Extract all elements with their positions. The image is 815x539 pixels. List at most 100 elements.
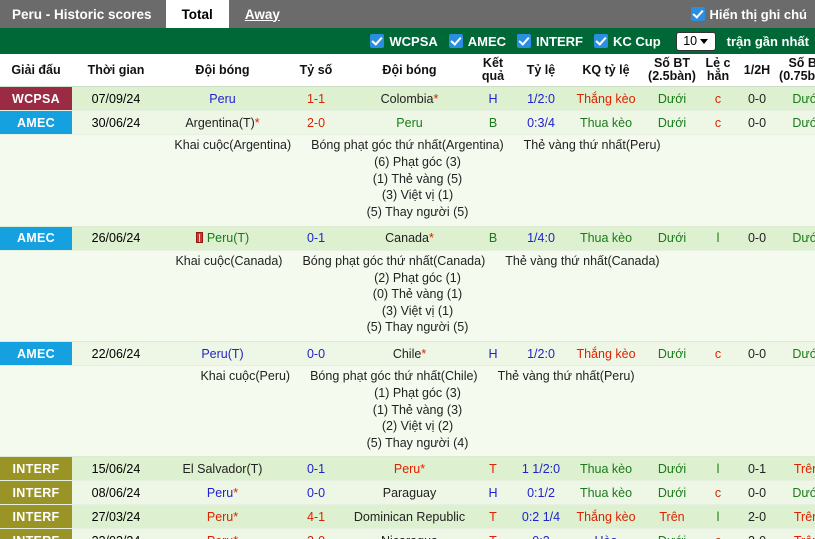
cell-odds-result: Thua kèo xyxy=(568,456,644,482)
cell-home-team[interactable]: Peru* xyxy=(160,480,285,506)
note-head-item: Thẻ vàng thứ nhất(Peru) xyxy=(523,138,661,153)
red-card-icon xyxy=(195,232,203,244)
table-row[interactable]: INTERF 08/06/24 Peru* 0-0 Paraguay H 0:1/2 Thua… xyxy=(0,480,815,506)
match-notes-row: Khai cuộc(Canada) Bóng phạt góc thứ nhất(… xyxy=(0,250,815,343)
cell-home-team[interactable]: Peru* xyxy=(160,528,285,539)
cell-odds: 1 1/2:0 xyxy=(514,456,568,482)
cell-league[interactable]: INTERF xyxy=(0,504,72,530)
col-header-away-team[interactable]: Đội bóng xyxy=(347,54,472,88)
cell-away-team[interactable]: Chile* xyxy=(347,341,472,366)
col-header-result[interactable]: Kết quả xyxy=(472,54,514,88)
table-row[interactable]: WCPSA 07/09/24 Peru 1-1 Colombia* H 1/2:0 Thắng… xyxy=(0,86,815,112)
note-stat-line: (1) Thẻ vàng (3) xyxy=(372,402,463,417)
cell-league[interactable]: AMEC xyxy=(0,110,72,136)
cell-date: 26/06/24 xyxy=(72,226,160,251)
match-count-suffix: trận gần nhất xyxy=(726,33,809,49)
tab-total[interactable]: Total xyxy=(165,0,229,28)
col-header-time[interactable]: Thời gian xyxy=(72,54,160,88)
col-header-odds-result[interactable]: KQ tỷ lệ xyxy=(568,54,644,88)
table-row[interactable]: INTERF 15/06/24 El Salvador(T) 0-1 Peru* T 1 1… xyxy=(0,456,815,482)
show-notes-checkbox[interactable] xyxy=(690,7,705,21)
filter-label-interf: INTERF xyxy=(536,33,583,49)
cell-away-team[interactable]: Dominican Republic xyxy=(347,504,472,530)
star-icon: * xyxy=(254,115,260,130)
match-notes-cell: Khai cuộc(Peru) Bóng phạt góc thứ nhất(Ch… xyxy=(0,365,815,458)
note-head-group: Khai cuộc(Argentina) Bóng phạt góc thứ nh… xyxy=(0,137,815,154)
cell-home-team[interactable]: Argentina(T)* xyxy=(160,110,285,136)
cell-away-team[interactable]: Colombia* xyxy=(347,86,472,112)
cell-result: T xyxy=(472,456,514,482)
note-head-item: Khai cuộc(Canada) xyxy=(175,253,283,268)
cell-date: 27/03/24 xyxy=(72,504,160,530)
star-icon: * xyxy=(421,346,427,361)
cell-halftime: 0-0 xyxy=(736,86,778,112)
match-notes-row: Khai cuộc(Argentina) Bóng phạt góc thứ nh… xyxy=(0,134,815,227)
cell-odd-even: l xyxy=(700,456,736,482)
cell-league[interactable]: INTERF xyxy=(0,456,72,482)
cell-score: 0-1 xyxy=(285,226,347,251)
filter-checkbox-wcpsa[interactable] xyxy=(370,34,385,48)
table-row[interactable]: AMEC 30/06/24 Argentina(T)* 2-0 Peru B 0:3/4 Th… xyxy=(0,110,815,136)
star-icon: * xyxy=(233,509,239,524)
filter-checkbox-interf[interactable] xyxy=(517,34,532,48)
tab-away[interactable]: Away xyxy=(229,0,296,28)
cell-bt25: Dưới xyxy=(644,86,700,112)
cell-odds-result: Hòa xyxy=(568,528,644,539)
cell-date: 15/06/24 xyxy=(72,456,160,482)
table-row[interactable]: AMEC 26/06/24 Peru(T) 0-1 Canada* B 1/4:0 Thua … xyxy=(0,226,815,251)
match-count-select[interactable]: 10 xyxy=(675,31,716,51)
note-stat-line: (3) Việt vị (1) xyxy=(381,188,454,203)
match-notes-cell: Khai cuộc(Canada) Bóng phạt góc thứ nhất(… xyxy=(0,250,815,343)
table-row[interactable]: INTERF 27/03/24 Peru* 4-1 Dominican Republic… xyxy=(0,504,815,530)
note-stats-group: (2) Phạt góc (1) (0) Thẻ vàng (1) (3) Việt… xyxy=(0,270,815,337)
table-row[interactable]: AMEC 22/06/24 Peru(T) 0-0 Chile* H 1/2:0 Thắng … xyxy=(0,341,815,366)
col-header-score[interactable]: Tỷ số xyxy=(285,54,347,88)
cell-home-team[interactable]: Peru(T) xyxy=(160,226,285,251)
cell-away-team[interactable]: Nicaragua xyxy=(347,528,472,539)
col-header-bt25[interactable]: Số BT (2.5bàn) xyxy=(644,54,700,88)
note-head-group: Khai cuộc(Peru) Bóng phạt góc thứ nhất(Ch… xyxy=(0,368,815,385)
cell-score: 0-0 xyxy=(285,480,347,506)
note-head-item: Bóng phạt góc thứ nhất(Chile) xyxy=(310,369,478,383)
cell-league[interactable]: AMEC xyxy=(0,226,72,251)
cell-date: 08/06/24 xyxy=(72,480,160,506)
cell-away-team[interactable]: Peru* xyxy=(347,456,472,482)
cell-league[interactable]: WCPSA xyxy=(0,86,72,112)
cell-bt25: Dưới xyxy=(644,480,700,506)
cell-away-team[interactable]: Peru xyxy=(347,110,472,136)
cell-bt075: Dưới xyxy=(778,110,815,136)
table-row[interactable]: INTERF23/03/24Peru*2-0NicaraguaT0:2HòaDư… xyxy=(0,528,815,539)
cell-result: B xyxy=(472,226,514,251)
star-icon: * xyxy=(233,485,239,500)
cell-odd-even: c xyxy=(700,86,736,112)
cell-halftime: 0-0 xyxy=(736,480,778,506)
cell-halftime: 0-0 xyxy=(736,341,778,366)
cell-odds: 0:2 1/4 xyxy=(514,504,568,530)
cell-bt25: Dưới xyxy=(644,528,700,539)
note-head-item: Bóng phạt góc thứ nhất(Canada) xyxy=(302,253,486,268)
col-header-league[interactable]: Giải đấu xyxy=(0,54,72,88)
col-header-home-team[interactable]: Đội bóng xyxy=(160,54,285,88)
filter-checkbox-kccup[interactable] xyxy=(593,34,608,48)
cell-halftime: 0-1 xyxy=(736,456,778,482)
filter-checkbox-amec[interactable] xyxy=(448,34,463,48)
cell-home-team[interactable]: Peru xyxy=(160,86,285,112)
note-head-item: Bóng phạt góc thứ nhất(Argentina) xyxy=(311,138,504,153)
col-header-odd-even[interactable]: Lẻ c hẳn xyxy=(700,54,736,88)
cell-home-team[interactable]: El Salvador(T) xyxy=(160,456,285,482)
note-stat-line: (5) Thay người (5) xyxy=(366,320,469,335)
cell-home-team[interactable]: Peru* xyxy=(160,504,285,530)
cell-away-team[interactable]: Canada* xyxy=(347,226,472,251)
cell-league[interactable]: INTERF xyxy=(0,480,72,506)
cell-league[interactable]: INTERF xyxy=(0,528,72,539)
table-body: WCPSA 07/09/24 Peru 1-1 Colombia* H 1/2:0 Thắng… xyxy=(0,86,815,539)
col-header-bt075[interactable]: Số BT (0.75bàn) xyxy=(778,54,815,88)
col-header-odds[interactable]: Tỷ lệ xyxy=(514,54,568,88)
cell-halftime: 0-0 xyxy=(736,226,778,251)
col-header-halftime[interactable]: 1/2H xyxy=(736,54,778,88)
cell-away-team[interactable]: Paraguay xyxy=(347,480,472,506)
cell-home-team[interactable]: Peru(T) xyxy=(160,341,285,366)
cell-league[interactable]: AMEC xyxy=(0,341,72,366)
cell-bt25: Dưới xyxy=(644,226,700,251)
note-stat-line: (5) Thay người (4) xyxy=(366,435,469,450)
